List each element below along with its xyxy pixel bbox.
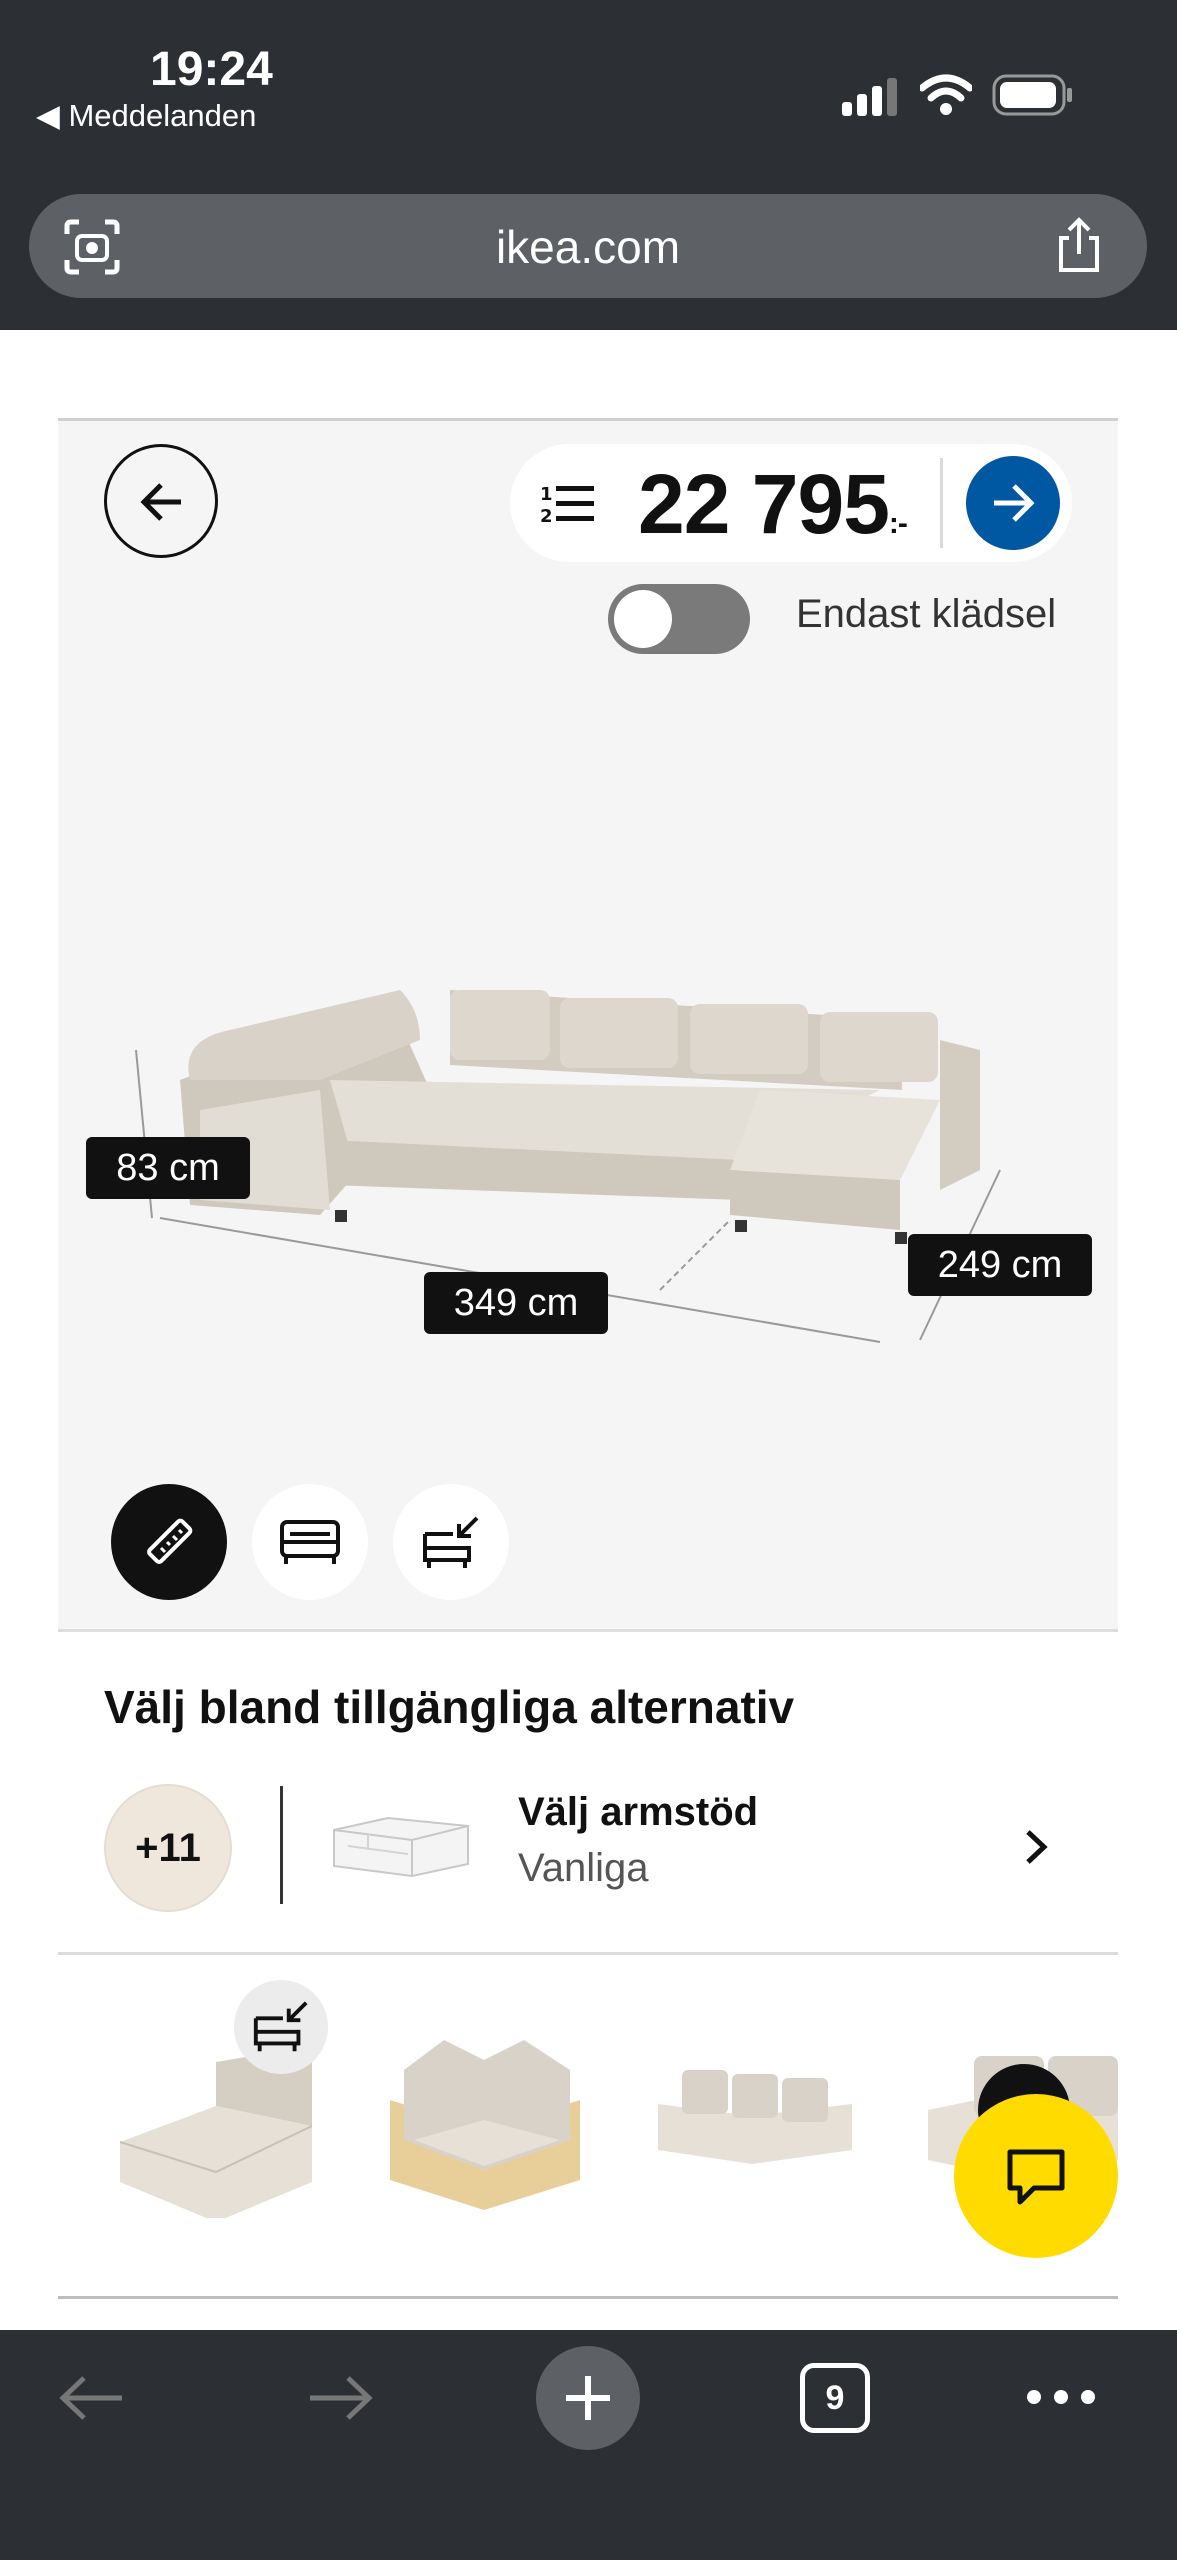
- toggle-knob: [614, 590, 672, 648]
- section-title: Välj bland tillgängliga alternativ: [104, 1681, 795, 1733]
- status-time: 19:24: [150, 43, 273, 96]
- price-currency: :-: [888, 507, 908, 540]
- width-dimension-label: 349 cm: [424, 1272, 608, 1334]
- armrest-option-value: Vanliga: [518, 1846, 649, 1890]
- armrest-sofa-image: [333, 1816, 469, 1878]
- arrow-left-icon: [140, 483, 181, 521]
- battery-icon: [992, 74, 1072, 116]
- tabs-button[interactable]: 9: [800, 2363, 870, 2433]
- option-divider: [280, 1786, 283, 1904]
- cellular-signal-icon: [842, 78, 897, 116]
- storage-view-button[interactable]: [393, 1484, 509, 1600]
- height-dimension-label: 83 cm: [86, 1137, 250, 1199]
- svg-text:2: 2: [540, 506, 553, 526]
- chat-icon: [1007, 2149, 1065, 2205]
- bed-icon: [280, 1520, 340, 1564]
- module-corner-thumbnail[interactable]: [384, 2030, 584, 2210]
- chevron-right-icon[interactable]: [1020, 1826, 1054, 1868]
- svg-text:1: 1: [540, 484, 553, 505]
- price-summary[interactable]: 1 2 22 795:-: [510, 444, 1072, 562]
- arrow-right-icon: [994, 484, 1035, 522]
- module-three-seat-thumbnail[interactable]: [652, 2060, 858, 2180]
- wifi-icon: [920, 74, 972, 115]
- continue-button[interactable]: [966, 456, 1060, 550]
- bed-view-button[interactable]: [252, 1484, 368, 1600]
- storage-icon: [423, 1516, 479, 1568]
- storage-badge: [234, 1980, 328, 2074]
- browser-forward-icon[interactable]: [304, 2372, 376, 2424]
- more-options-badge[interactable]: +11: [104, 1784, 232, 1912]
- share-icon[interactable]: [1051, 216, 1107, 276]
- plus-icon: [566, 2376, 610, 2420]
- back-to-app-link[interactable]: ◀ Meddelanden: [36, 98, 256, 134]
- back-button[interactable]: [104, 444, 218, 558]
- new-tab-button[interactable]: [536, 2346, 640, 2450]
- browser-back-icon[interactable]: [56, 2372, 128, 2424]
- upholstery-only-toggle[interactable]: [608, 584, 750, 654]
- bottom-divider: [58, 2296, 1118, 2299]
- total-price: 22 795:-: [638, 457, 908, 551]
- price-divider: [940, 458, 943, 548]
- chat-button[interactable]: [954, 2094, 1118, 2258]
- upholstery-only-label: Endast klädsel: [796, 592, 1057, 636]
- section-divider: [58, 1952, 1118, 1955]
- url-text: ikea.com: [495, 221, 681, 273]
- ruler-icon: [147, 1518, 193, 1564]
- more-options-icon[interactable]: [1024, 2382, 1098, 2412]
- armrest-option-title[interactable]: Välj armstöd: [518, 1790, 758, 1835]
- address-bar[interactable]: ikea.com: [29, 194, 1147, 298]
- depth-dimension-label: 249 cm: [908, 1234, 1092, 1296]
- storage-icon: [253, 2001, 308, 2052]
- measurements-view-button[interactable]: [111, 1484, 227, 1600]
- list-icon: 1 2: [540, 484, 594, 526]
